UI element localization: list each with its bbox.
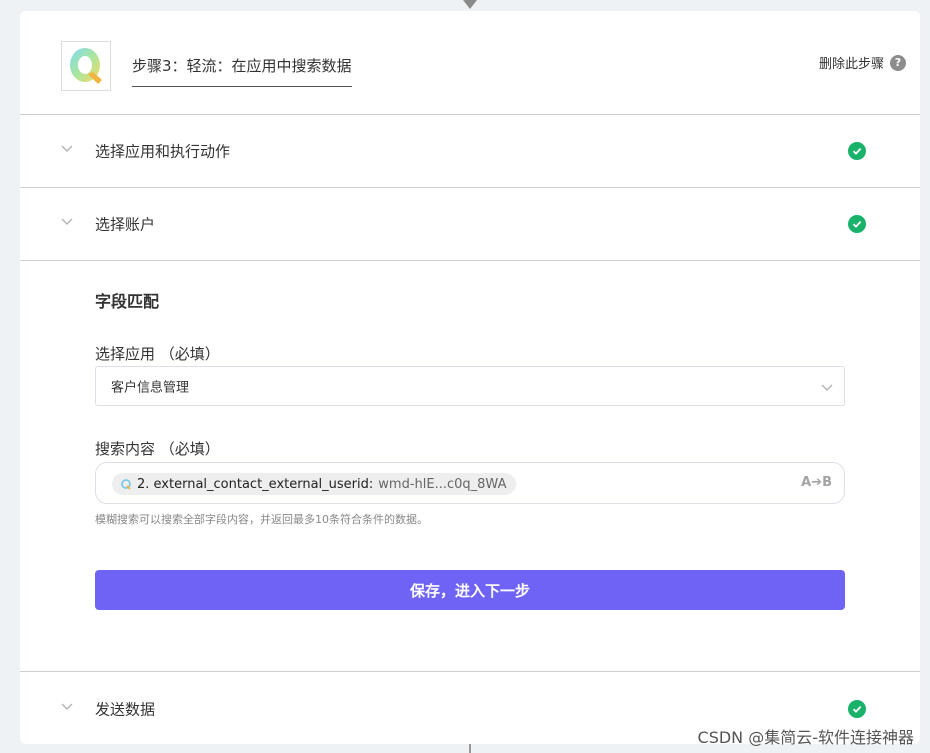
qingflow-logo-icon (61, 41, 111, 91)
section-label: 发送数据 (95, 700, 156, 718)
chevron-down-icon (61, 218, 73, 225)
text-transform-icon[interactable]: A➔B (801, 475, 832, 490)
variable-token[interactable]: 2. external_contact_external_userid: wmd… (112, 473, 517, 495)
qingflow-small-icon (121, 479, 131, 490)
token-value: wmd-hlE...c0q_8WA (378, 476, 507, 492)
connector-arrow (463, 0, 477, 9)
chevron-down-icon (61, 145, 73, 152)
step-header: 步骤3：轻流：在应用中搜索数据 删除此步骤 ? (20, 11, 920, 115)
select-app-label: 选择应用 （必填） (95, 345, 220, 363)
chevron-down-icon (61, 703, 73, 710)
select-app-value: 客户信息管理 (111, 380, 190, 396)
search-hint: 模糊搜索可以搜索全部字段内容，并返回最多10条符合条件的数据。 (95, 513, 428, 526)
chevron-down-icon (821, 384, 833, 391)
section-choose-account[interactable]: 选择账户 (20, 188, 920, 261)
delete-step-label: 删除此步骤 (818, 57, 884, 72)
watermark: CSDN @集简云-软件连接神器 (697, 728, 914, 747)
section-choose-app-action[interactable]: 选择应用和执行动作 (20, 115, 920, 188)
connector-line (469, 744, 471, 753)
help-icon[interactable]: ? (890, 54, 906, 71)
token-key: 2. external_contact_external_userid: (137, 476, 374, 492)
section-label: 选择应用和执行动作 (95, 142, 231, 161)
delete-step-button[interactable]: 删除此步骤 ? (819, 53, 906, 72)
save-next-button[interactable]: 保存，进入下一步 (95, 570, 845, 610)
search-content-input[interactable]: 2. external_contact_external_userid: wmd… (95, 462, 845, 504)
field-mapping-panel: 字段匹配 选择应用 （必填） 客户信息管理 搜索内容 （必填） 2. exter… (20, 261, 920, 672)
field-mapping-title: 字段匹配 (95, 292, 160, 311)
search-content-label: 搜索内容 （必填） (95, 440, 220, 458)
step-card: 步骤3：轻流：在应用中搜索数据 删除此步骤 ? 选择应用和执行动作 选择账户 字… (20, 11, 920, 744)
check-circle-icon (848, 699, 866, 718)
section-label: 选择账户 (95, 215, 156, 234)
step-title[interactable]: 步骤3：轻流：在应用中搜索数据 (132, 55, 352, 87)
select-app-dropdown[interactable]: 客户信息管理 (95, 366, 845, 406)
check-circle-icon (848, 142, 866, 160)
check-circle-icon (848, 215, 866, 233)
